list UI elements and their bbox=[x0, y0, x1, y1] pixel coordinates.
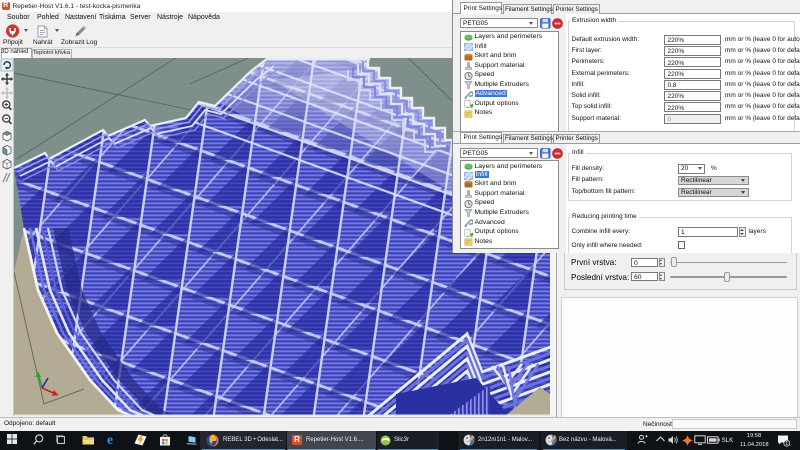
svg-text:1: 1 bbox=[785, 441, 788, 447]
